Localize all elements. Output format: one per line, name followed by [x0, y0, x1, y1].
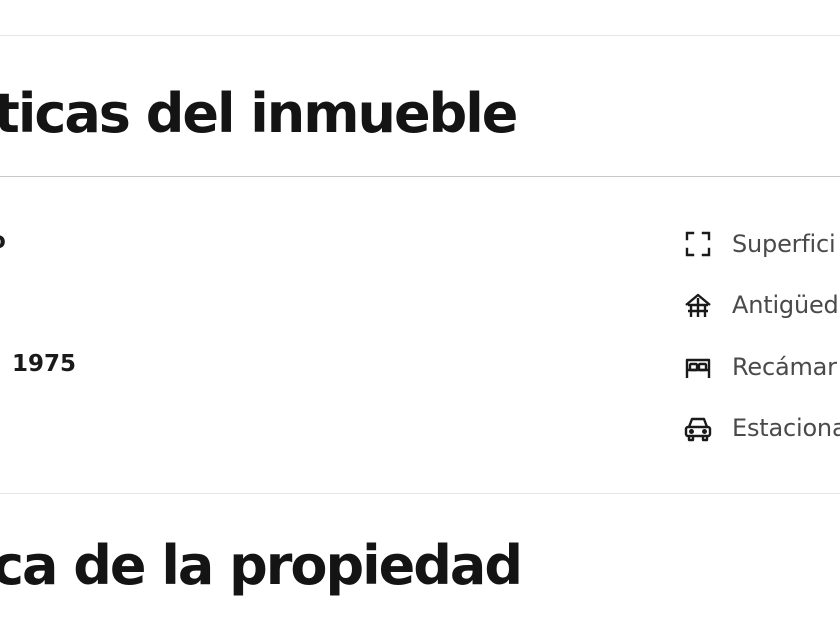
feature-age: Antigüed: [683, 289, 839, 321]
car-icon: [683, 413, 713, 443]
section-heading-property-characteristics: ticas del inmueble: [0, 82, 518, 145]
section-heading-property-location: ca de la propiedad: [0, 534, 523, 597]
bed-icon: [683, 352, 713, 382]
left-column-value-1: o: [0, 228, 6, 254]
feature-bedrooms-label: Recámar: [732, 353, 837, 381]
feature-surface: Superfici: [683, 228, 836, 260]
left-column-value-year: 1975: [12, 351, 77, 377]
divider-top: [0, 35, 840, 36]
building-age-icon: [683, 290, 713, 320]
expand-corners-icon: [683, 229, 713, 259]
feature-bedrooms: Recámar: [683, 351, 837, 383]
feature-surface-label: Superfici: [732, 230, 836, 258]
feature-parking-label: Estaciona: [732, 414, 840, 442]
divider-heading: [0, 176, 840, 177]
divider-section: [0, 493, 840, 494]
feature-age-label: Antigüed: [732, 291, 839, 319]
feature-parking: Estaciona: [683, 412, 840, 444]
